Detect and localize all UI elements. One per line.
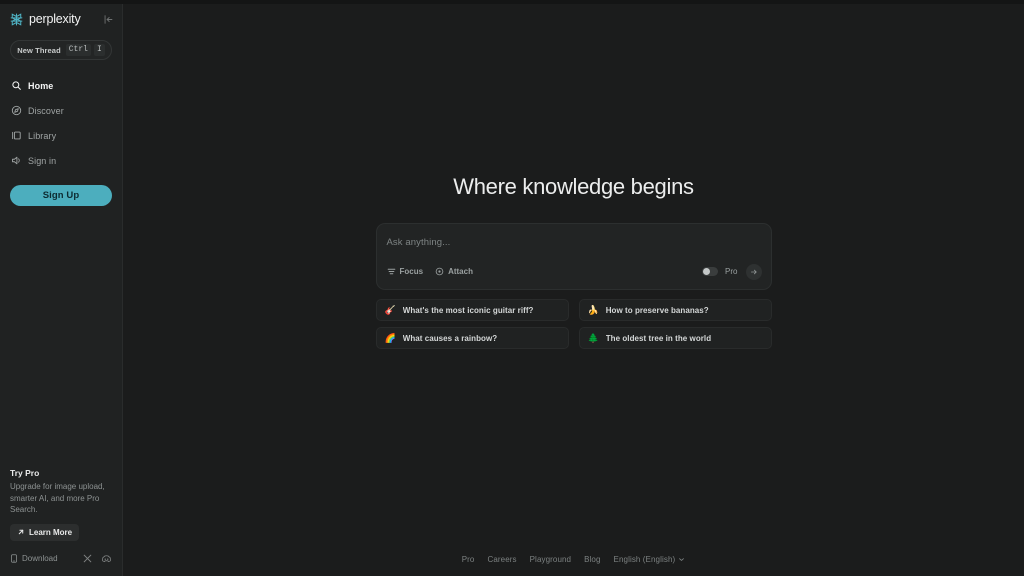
arrow-right-icon	[750, 269, 757, 274]
download-label: Download	[22, 554, 58, 563]
suggestion-card-4[interactable]: 🌲 The oldest tree in the world	[578, 327, 772, 349]
focus-button[interactable]: Focus	[387, 267, 424, 276]
phone-icon	[11, 554, 17, 563]
suggestion-card-3[interactable]: 🌈 What causes a rainbow?	[375, 327, 569, 349]
rainbow-emoji: 🌈	[384, 332, 396, 343]
suggestion-card-1[interactable]: 🎸 What's the most iconic guitar riff?	[375, 299, 569, 321]
suggestion-card-4-label: The oldest tree in the world	[605, 333, 712, 343]
attach-label: Attach	[448, 267, 473, 276]
page-footer: Pro Careers Playground Blog English (Eng…	[123, 555, 1024, 564]
perplexity-logo-icon	[10, 12, 23, 26]
banana-emoji: 🍌	[587, 304, 599, 315]
pro-toggle[interactable]	[702, 267, 719, 276]
sidebar-item-discover-label: Discover	[28, 105, 64, 116]
sidebar-footer: Download	[0, 541, 122, 576]
pro-label: Pro	[725, 267, 738, 276]
search-input[interactable]: Ask anything...	[387, 237, 762, 248]
compass-icon	[11, 105, 22, 116]
search-area: Ask anything... Focus Attach Pro 🎸 What'…	[375, 223, 772, 349]
footer-link-careers[interactable]: Careers	[487, 555, 516, 564]
sidebar-item-sign-in[interactable]: Sign in	[0, 148, 122, 173]
suggestion-card-2-label: How to preserve bananas?	[605, 305, 709, 315]
download-link[interactable]: Download	[10, 554, 74, 563]
suggestion-list: 🎸 What's the most iconic guitar riff? 🍌 …	[375, 299, 772, 349]
sidebar-item-sign-in-label: Sign in	[28, 155, 57, 166]
learn-more-label: Learn More	[29, 527, 73, 537]
footer-link-blog[interactable]: Blog	[584, 555, 600, 564]
attach-circle-icon	[435, 267, 444, 276]
app-root: perplexity New Thread Ctrl I Home Discov…	[0, 0, 1024, 576]
brand-name: perplexity	[29, 12, 81, 26]
sidebar-nav: Home Discover Library Sign in	[0, 73, 122, 173]
x-twitter-icon[interactable]	[82, 553, 93, 564]
suggestion-card-3-label: What causes a rainbow?	[402, 333, 498, 343]
new-thread-button[interactable]: New Thread Ctrl I	[10, 40, 112, 60]
language-selector[interactable]: English (English)	[614, 555, 686, 564]
attach-button[interactable]: Attach	[435, 267, 473, 276]
try-pro-description: Upgrade for image upload, smarter AI, an…	[10, 482, 105, 515]
main-content: Where knowledge begins Ask anything... F…	[123, 0, 1024, 576]
chevron-down-icon	[679, 558, 685, 561]
library-icon	[12, 131, 21, 140]
footer-link-playground[interactable]: Playground	[530, 555, 571, 564]
sidebar-item-home-label: Home	[28, 80, 54, 91]
evergreen-tree-emoji: 🌲	[587, 332, 599, 343]
sidebar-item-discover[interactable]: Discover	[0, 98, 122, 123]
search-box[interactable]: Ask anything... Focus Attach Pro	[375, 223, 772, 290]
new-thread-label: New Thread	[17, 45, 61, 55]
language-label: English (English)	[613, 555, 676, 564]
sidebar-item-library[interactable]: Library	[0, 123, 122, 148]
suggestion-card-1-label: What's the most iconic guitar riff?	[402, 305, 534, 315]
sign-in-icon	[12, 156, 20, 165]
submit-button[interactable]	[745, 263, 762, 280]
focus-label: Focus	[399, 267, 424, 276]
learn-more-button[interactable]: Learn More	[10, 523, 80, 541]
sidebar-item-home[interactable]: Home	[0, 73, 122, 98]
sidebar-brand[interactable]: perplexity	[0, 9, 122, 29]
sign-up-label: Sign Up	[42, 190, 80, 201]
collapse-sidebar-icon[interactable]	[103, 14, 114, 25]
try-pro-title: Try Pro	[10, 468, 40, 479]
suggestion-card-2[interactable]: 🍌 How to preserve bananas?	[578, 299, 772, 321]
page-title: Where knowledge begins	[453, 174, 694, 199]
sign-up-button[interactable]: Sign Up	[10, 185, 112, 206]
search-icon	[12, 81, 21, 90]
guitar-emoji: 🎸	[384, 304, 396, 315]
try-pro-panel: Try Pro Upgrade for image upload, smarte…	[0, 468, 122, 541]
search-toolbar: Focus Attach Pro	[387, 263, 762, 280]
top-edge-strip	[0, 0, 1024, 4]
kbd-ctrl: Ctrl	[65, 44, 91, 56]
new-thread-shortcut: Ctrl I	[65, 44, 105, 56]
footer-link-pro[interactable]: Pro	[462, 555, 475, 564]
sliders-icon	[387, 268, 395, 275]
arrow-up-right-icon	[18, 529, 24, 535]
discord-icon[interactable]	[101, 553, 112, 564]
sidebar-item-library-label: Library	[28, 130, 57, 141]
sidebar: perplexity New Thread Ctrl I Home Discov…	[0, 0, 123, 576]
kbd-i: I	[93, 44, 105, 56]
